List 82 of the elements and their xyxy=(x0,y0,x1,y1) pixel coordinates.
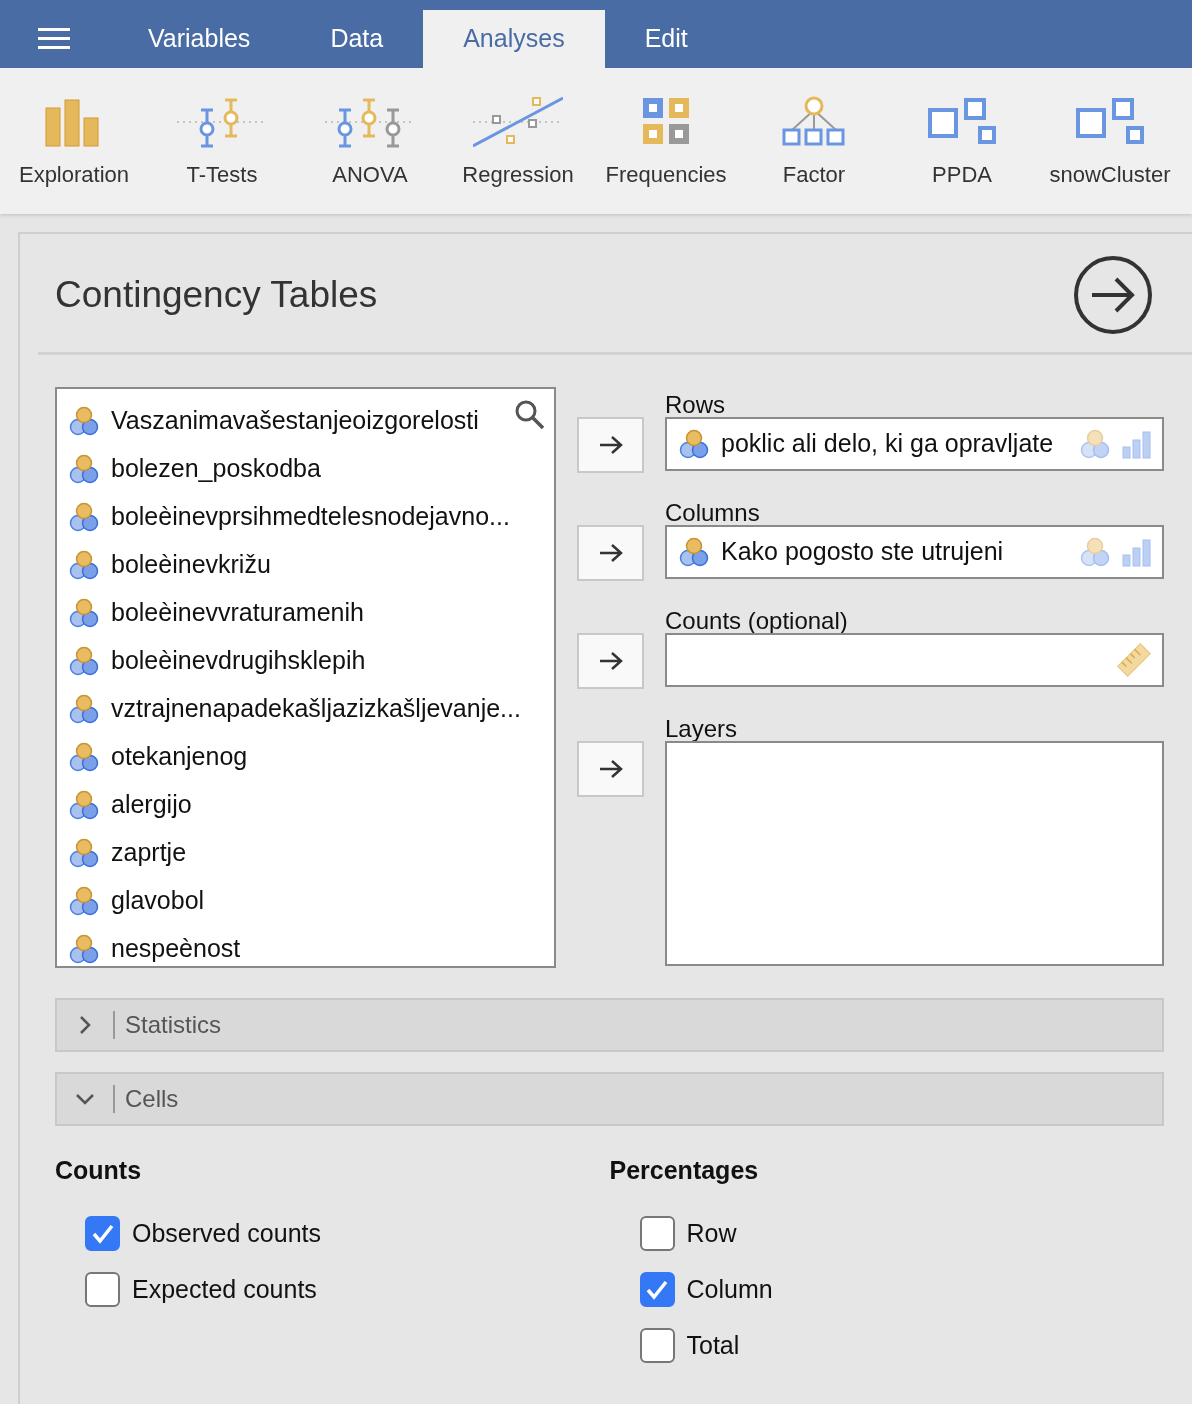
nominal-variable-icon xyxy=(1080,428,1112,460)
variable-item[interactable]: nespeènost xyxy=(111,930,241,968)
run-button[interactable] xyxy=(1072,254,1154,336)
nominal-variable-icon xyxy=(69,789,101,821)
checkbox[interactable] xyxy=(639,1216,675,1251)
analysis-button[interactable]: Regression xyxy=(444,68,592,214)
variable-item[interactable]: boleèinevprsihmedtelesnodejavno... xyxy=(111,498,510,536)
move-button[interactable] xyxy=(577,633,644,689)
scatter-line-icon xyxy=(473,96,563,148)
variable-item[interactable]: Vaszanimavašestanjeoizgorelosti xyxy=(111,402,479,440)
move-button[interactable] xyxy=(577,417,644,473)
analysis-button[interactable]: T-Tests xyxy=(148,68,296,214)
menu-tab[interactable]: Edit xyxy=(604,10,728,68)
search-icon xyxy=(514,399,544,429)
arrow-right-icon xyxy=(597,543,624,563)
checkbox[interactable] xyxy=(85,1216,120,1251)
menu-tab[interactable]: Data xyxy=(290,10,424,68)
analysis-button[interactable]: Factor xyxy=(740,68,888,214)
checkmark-icon xyxy=(90,1222,115,1245)
variable-item[interactable]: boleèinevvraturamenih xyxy=(111,594,364,632)
variable-item[interactable]: vztrajnenapadekašljazizkašljevanje... xyxy=(111,690,521,728)
target-label: Rows xyxy=(665,390,726,417)
arrow-right-icon xyxy=(597,435,624,455)
group-heading: Counts xyxy=(55,1155,143,1186)
checkbox-label[interactable]: Column xyxy=(686,1270,773,1309)
nominal-variable-icon xyxy=(69,597,101,629)
checkmark-icon xyxy=(645,1278,669,1301)
checkbox-label[interactable]: Expected counts xyxy=(132,1270,317,1309)
variable-item[interactable]: glavobol xyxy=(111,882,205,920)
arrow-right-icon xyxy=(597,759,624,779)
target-box[interactable]: Kako pogosto ste utrujeni xyxy=(665,525,1164,579)
nominal-variable-icon xyxy=(69,549,101,581)
checkbox-label[interactable]: Total xyxy=(686,1326,740,1365)
analysis-button[interactable]: Exploration xyxy=(0,68,148,214)
checkbox[interactable] xyxy=(639,1272,675,1307)
analysis-button[interactable]: snowCluster xyxy=(1036,68,1184,214)
variable-item[interactable]: boleèinevdrugihsklepih xyxy=(111,642,366,680)
assigned-variable[interactable]: poklic ali delo, ki ga opravljate xyxy=(721,425,1070,463)
menu-tab[interactable]: Analyses xyxy=(423,10,605,68)
nominal-variable-icon xyxy=(69,837,101,869)
ordinal-bars-icon xyxy=(1122,537,1152,567)
analysis-button[interactable]: ANOVA xyxy=(296,68,444,214)
variable-item[interactable]: alergijo xyxy=(111,786,192,824)
move-button[interactable] xyxy=(577,741,644,797)
checkbox-label[interactable]: Observed counts xyxy=(132,1214,321,1253)
analysis-button[interactable]: PPDA xyxy=(888,68,1036,214)
target-box[interactable] xyxy=(665,633,1164,687)
group-heading: Percentages xyxy=(609,1155,760,1186)
nominal-variable-icon xyxy=(69,885,101,917)
arrow-right-icon xyxy=(597,651,624,671)
nominal-variable-icon xyxy=(69,501,101,533)
checkbox[interactable] xyxy=(85,1272,120,1307)
panel-title: Contingency Tables xyxy=(55,273,378,318)
section-header[interactable]: Cells xyxy=(55,1072,1164,1126)
nominal-variable-icon xyxy=(69,405,101,437)
nominal-variable-icon xyxy=(69,693,101,725)
nominal-variable-icon xyxy=(69,645,101,677)
analysis-button[interactable]: Frequencies xyxy=(592,68,740,214)
checkbox[interactable] xyxy=(639,1328,675,1363)
ordinal-bars-icon xyxy=(1122,429,1152,459)
nominal-variable-icon xyxy=(679,536,711,568)
menu-tab[interactable]: Variables xyxy=(108,10,291,68)
target-label: Columns xyxy=(665,498,761,525)
nominal-variable-icon xyxy=(69,453,101,485)
section-header[interactable]: Statistics xyxy=(55,998,1164,1052)
variable-item[interactable]: bolezen_poskodba xyxy=(111,450,321,488)
nominal-variable-icon xyxy=(69,741,101,773)
nominal-variable-icon xyxy=(679,428,711,460)
nominal-variable-icon xyxy=(69,933,101,965)
target-label: Layers xyxy=(665,714,739,741)
target-label: Counts (optional) xyxy=(665,606,849,633)
move-button[interactable] xyxy=(577,525,644,581)
menu-icon xyxy=(38,28,70,50)
assigned-variable[interactable]: Kako pogosto ste utrujeni xyxy=(721,533,1070,571)
checkbox-label[interactable]: Row xyxy=(686,1214,737,1253)
variable-item[interactable]: boleèinevkrižu xyxy=(111,546,271,584)
variable-item[interactable]: otekanjenog xyxy=(111,738,248,776)
target-box[interactable] xyxy=(665,741,1164,966)
tree-diagram-icon xyxy=(782,96,846,148)
nominal-variable-icon xyxy=(1080,536,1112,568)
variable-item[interactable]: zaprtje xyxy=(111,834,187,872)
target-box[interactable]: poklic ali delo, ki ga opravljate xyxy=(665,417,1164,471)
